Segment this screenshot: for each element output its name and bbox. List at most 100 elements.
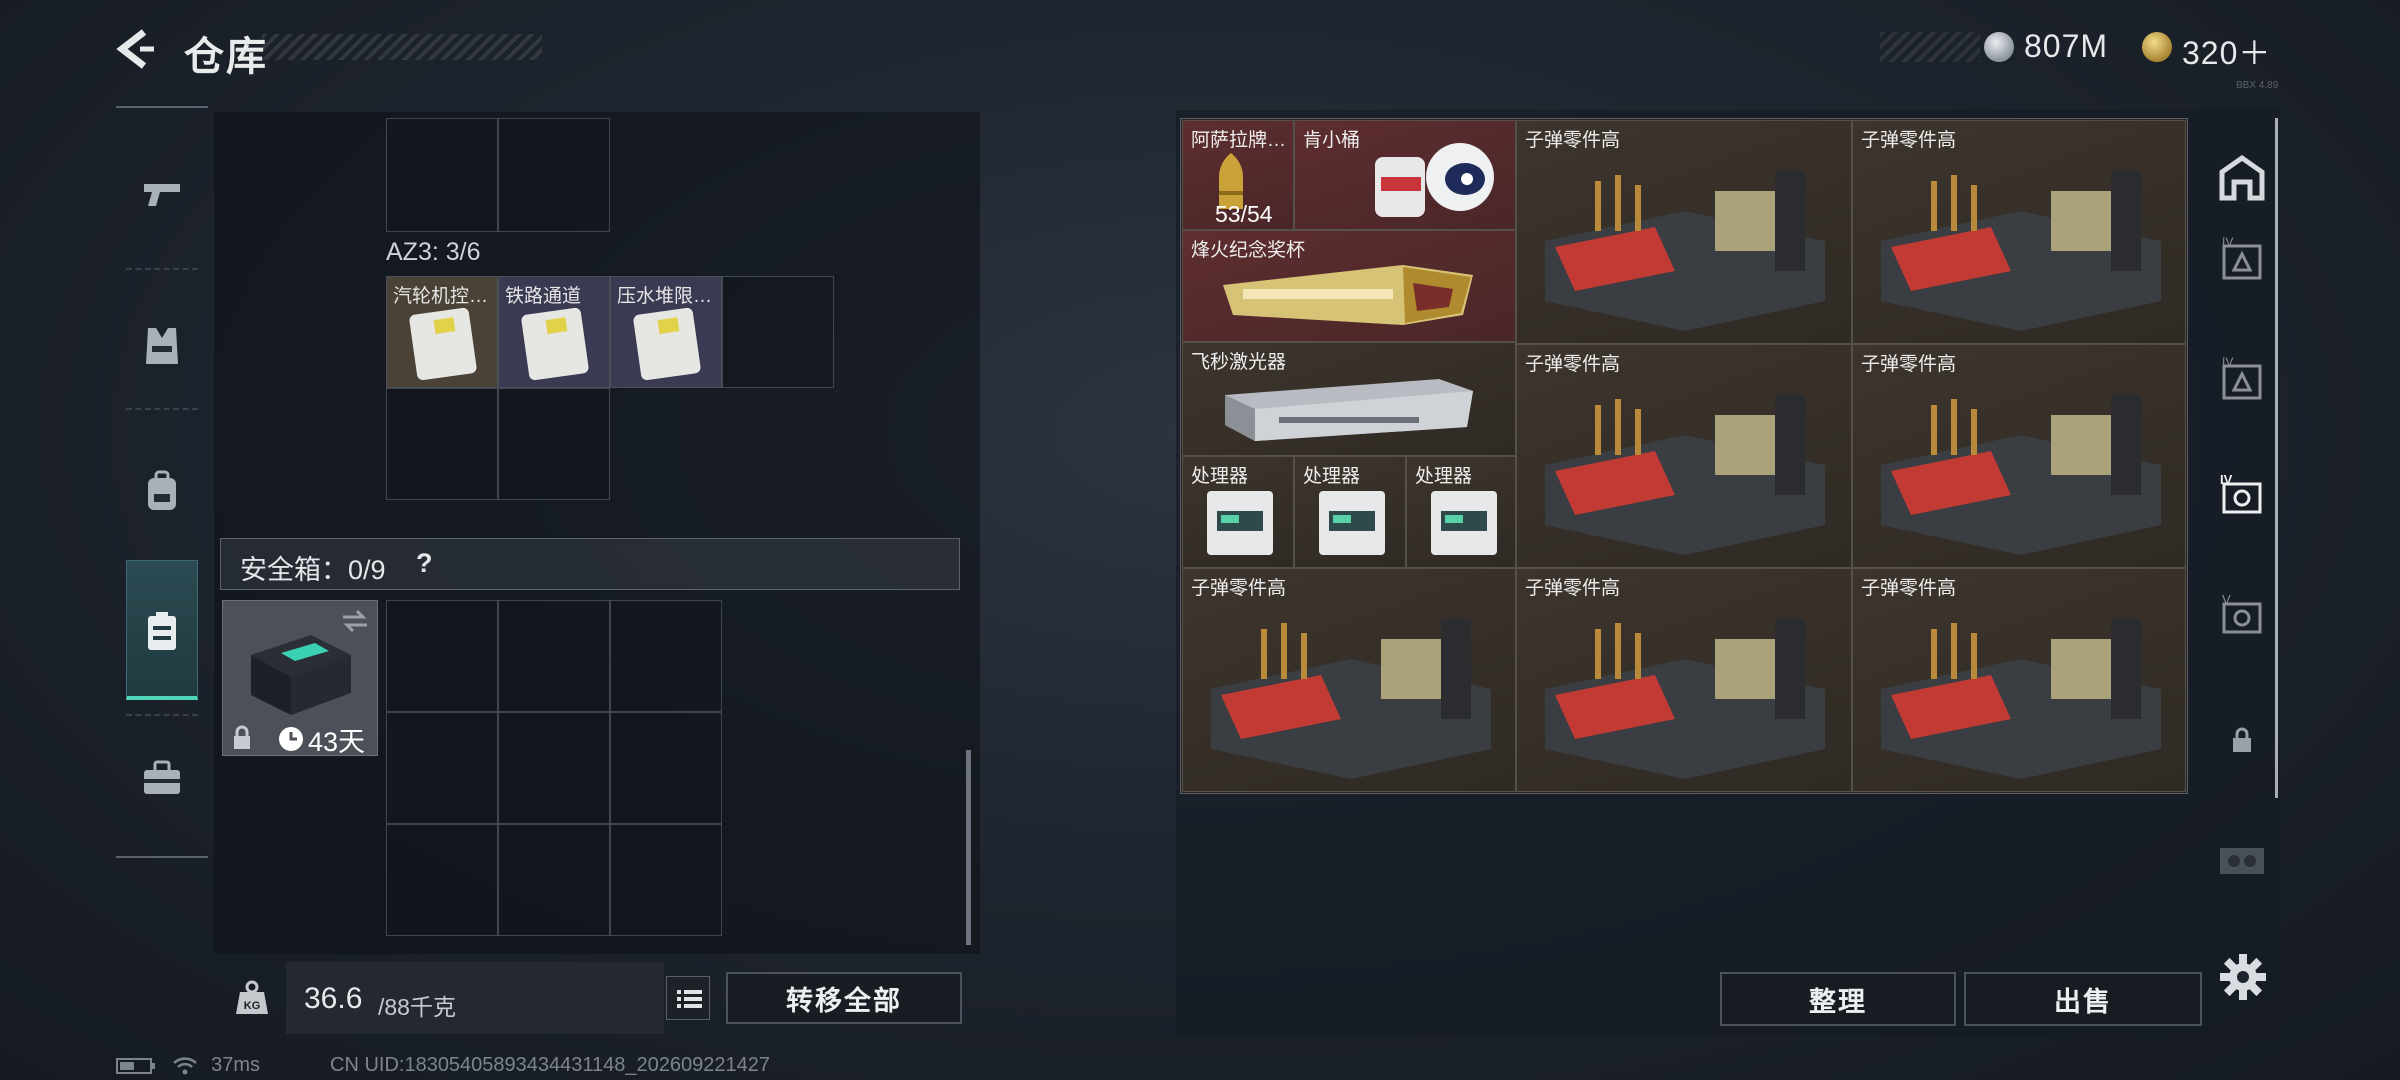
max-weight: /88千克 <box>378 994 456 1020</box>
gold-currency-amount[interactable]: 320＋ <box>2182 28 2271 74</box>
stash-item[interactable]: 阿萨拉牌… 53/54 <box>1182 120 1294 230</box>
sell-button[interactable]: 出售 <box>1964 972 2202 1026</box>
category-vest[interactable] <box>116 276 208 416</box>
item-name: 子弹零件高 <box>1525 578 1621 599</box>
svg-text:IV: IV <box>2222 235 2233 249</box>
pistol-icon <box>144 184 180 206</box>
safebox-slot[interactable] <box>610 824 722 936</box>
stash-item[interactable]: 子弹零件高 <box>1516 344 1852 568</box>
stash-item[interactable]: 处理器 <box>1406 456 1516 568</box>
stash-tab-case-1[interactable]: IV <box>2214 232 2270 288</box>
transfer-all-button[interactable]: 转移全部 <box>726 972 962 1024</box>
stash-item[interactable]: 处理器 <box>1182 456 1294 568</box>
lock-icon <box>234 725 250 749</box>
level-4-case-icon: IV <box>2222 355 2262 400</box>
level-4-safe-icon: IV <box>2220 472 2262 514</box>
stash-tab-locked[interactable] <box>2214 712 2270 768</box>
gold-triangle-coin-icon <box>2142 32 2172 62</box>
keycard-item[interactable]: 铁路通道 <box>498 276 610 388</box>
item-name: 肯小桶 <box>1303 130 1361 151</box>
stash-item[interactable]: 烽火纪念奖杯 <box>1182 230 1516 342</box>
safebox-slot[interactable] <box>610 712 722 824</box>
uid-text: CN UID:18305405893434431148_202609221427 <box>330 1054 771 1076</box>
level-4-case-icon: IV <box>2222 235 2262 280</box>
item-name: 压水堆限… <box>617 286 713 307</box>
stash-item[interactable]: 子弹零件高 <box>1852 344 2186 568</box>
help-button[interactable]: ? <box>416 548 433 579</box>
safebox-slot[interactable] <box>498 824 610 936</box>
item-name: 汽轮机控… <box>393 286 489 307</box>
currency-decoration <box>1880 32 1980 62</box>
stash-item[interactable]: 子弹零件高 <box>1516 568 1852 792</box>
processor-icon <box>1431 491 1497 555</box>
item-name: 处理器 <box>1303 466 1361 487</box>
wifi-icon <box>172 1057 197 1075</box>
safebox-slot[interactable] <box>610 600 722 712</box>
slot-cell[interactable] <box>498 118 610 232</box>
ammo-parts-crate-icon <box>1881 395 2161 555</box>
empty-slot[interactable] <box>722 276 834 388</box>
item-name: 子弹零件高 <box>1191 578 1287 599</box>
gold-trophy-icon <box>1223 265 1473 325</box>
svg-text:IV: IV <box>2220 472 2233 487</box>
safebox-case-icon <box>251 635 351 715</box>
category-container[interactable] <box>116 562 208 702</box>
sort-button[interactable]: 整理 <box>1720 972 1956 1026</box>
processor-icon <box>1319 491 1385 555</box>
keycard-item[interactable]: 汽轮机控… <box>386 276 498 388</box>
version-tag: BBX 4.89 <box>2236 80 2279 91</box>
silver-coin-icon <box>1984 32 2014 62</box>
stash-tab-safe-iv[interactable]: IV <box>2214 468 2270 524</box>
ping-text: 37ms <box>211 1054 261 1076</box>
stash-item[interactable]: 处理器 <box>1294 456 1406 568</box>
stash-tab-ticket[interactable] <box>2214 832 2270 888</box>
weight-icon: KG <box>222 962 278 1034</box>
category-backpack[interactable] <box>116 422 208 562</box>
item-name: 处理器 <box>1415 466 1473 487</box>
toolbox-icon <box>144 760 180 794</box>
item-name: 子弹零件高 <box>1525 130 1621 151</box>
container-scrollbar[interactable] <box>966 750 971 945</box>
lock-icon <box>2233 727 2251 752</box>
gear-icon <box>2220 954 2266 1000</box>
back-button[interactable] <box>110 24 160 74</box>
container-icon <box>148 612 176 650</box>
safebox-slot[interactable] <box>386 824 498 936</box>
empty-slot[interactable] <box>386 388 498 500</box>
stash-item[interactable]: 子弹零件高 <box>1182 568 1516 792</box>
svg-text:IV: IV <box>2222 355 2233 369</box>
list-view-button[interactable] <box>666 976 710 1020</box>
safebox-slot[interactable] <box>386 600 498 712</box>
stash-tab-case-2[interactable]: IV <box>2214 352 2270 408</box>
swap-icon[interactable] <box>341 609 369 633</box>
az3-container-label: AZ3: 3/6 <box>386 238 481 266</box>
item-name: 子弹零件高 <box>1525 354 1621 375</box>
silver-currency-amount: 807M <box>2024 28 2109 64</box>
clock-icon <box>279 727 303 751</box>
stash-item[interactable]: 肯小桶 <box>1294 120 1516 230</box>
safebox-slot[interactable] <box>498 712 610 824</box>
keycard-item[interactable]: 压水堆限… <box>610 276 722 388</box>
stash-tab-home[interactable] <box>2214 150 2270 206</box>
safebox-slot[interactable] <box>386 712 498 824</box>
ammo-parts-crate-icon <box>1545 395 1825 555</box>
laser-device-icon <box>1225 379 1473 441</box>
stash-tab-safe-v[interactable]: V <box>2214 588 2270 644</box>
stash-item[interactable]: 飞秒激光器 <box>1182 342 1516 456</box>
empty-slot[interactable] <box>498 388 610 500</box>
ammo-parts-crate-icon <box>1211 619 1491 779</box>
settings-button[interactable] <box>2216 950 2270 1004</box>
stash-item[interactable]: 子弹零件高 <box>1852 568 2186 792</box>
item-name: 阿萨拉牌… <box>1191 130 1287 151</box>
stash-item[interactable]: 子弹零件高 <box>1852 120 2186 344</box>
item-name: 子弹零件高 <box>1861 578 1957 599</box>
safebox-slot[interactable] <box>498 600 610 712</box>
slot-cell[interactable] <box>386 118 498 232</box>
safebox-capacity-label: 安全箱：0/9 <box>240 555 386 585</box>
category-toolbox[interactable] <box>116 708 208 848</box>
stash-item[interactable]: 子弹零件高 <box>1516 120 1852 344</box>
category-weapons[interactable] <box>116 124 208 264</box>
page-title: 仓库 <box>184 35 268 79</box>
keycard-icon <box>409 307 477 381</box>
item-name: 铁路通道 <box>505 286 582 307</box>
